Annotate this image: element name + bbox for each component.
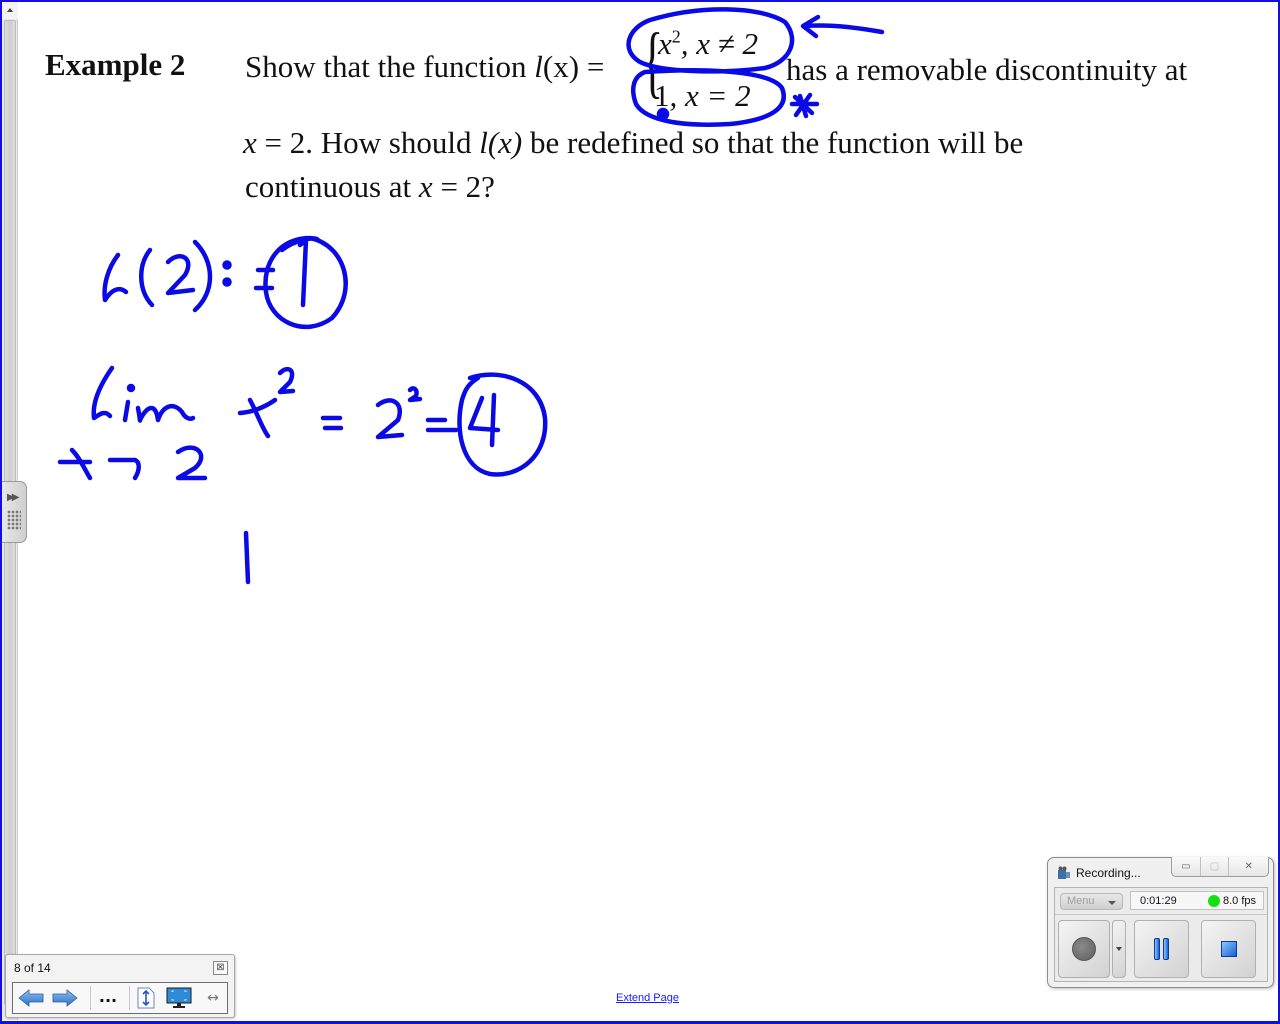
record-button[interactable] (1058, 920, 1110, 978)
ink-colon-2 (222, 277, 232, 287)
scroll-up-button[interactable] (2, 2, 18, 19)
ink-paren-open (139, 247, 155, 308)
recorder-app-icon (1058, 866, 1070, 879)
record-options-dropdown[interactable] (1112, 920, 1126, 978)
restore-button[interactable]: ▢ (1201, 857, 1230, 876)
side-panel-toggle[interactable]: ▶▶ (2, 481, 27, 543)
arrow-left-icon (18, 989, 44, 1007)
recording-status: 0:01:29 8.0 fps (1130, 891, 1264, 910)
ink-oval-case-2 (631, 68, 786, 127)
frame-rate: 8.0 fps (1223, 895, 1257, 907)
chevron-down-icon (1116, 947, 1122, 951)
ink-two-main (375, 398, 405, 440)
elapsed-time: 0:01:29 (1140, 895, 1177, 907)
toolbar-buttons: ... ↔ (12, 982, 228, 1014)
page-navigation-toolbar: 8 of 14 ⊠ ... ↔ (5, 954, 235, 1018)
menu-dropdown[interactable]: Menu (1060, 893, 1123, 910)
close-icon: ✕ (1244, 861, 1253, 872)
page-count: 8 of 14 (14, 961, 51, 975)
pause-icon (1154, 938, 1169, 960)
ink-cursor-mark (243, 530, 251, 585)
ink-arrow (800, 14, 885, 39)
previous-page-button[interactable] (17, 986, 45, 1010)
toolbar-close-button[interactable]: ⊠ (213, 961, 228, 975)
ink-l (102, 252, 129, 303)
ink-four (467, 392, 501, 448)
extend-page-link[interactable]: Extend Page (616, 992, 679, 1004)
next-page-button[interactable] (51, 986, 79, 1010)
more-options-button[interactable]: ... (94, 986, 122, 1010)
ink-sup-two-b (407, 386, 423, 403)
recorder-title: Recording... (1076, 866, 1141, 880)
close-button[interactable]: ✕ (1229, 857, 1268, 876)
recorder-panel: Menu 0:01:29 8.0 fps (1054, 887, 1268, 982)
stop-icon (1220, 941, 1237, 957)
fit-page-height-icon (137, 987, 155, 1009)
ink-oval-case-1 (626, 7, 795, 74)
ink-dot (656, 107, 670, 121)
ink-arrow-sub (107, 457, 141, 481)
ink-one (297, 237, 309, 308)
ink-sup-two (277, 366, 296, 395)
ink-x-main (237, 397, 278, 439)
panel-divider (1055, 914, 1267, 915)
monitor-icon (166, 987, 192, 1008)
ink-x-sub (57, 447, 93, 481)
ink-paren-close (192, 239, 213, 313)
record-icon (1072, 937, 1096, 961)
ink-two (165, 254, 196, 296)
ink-colon-1 (222, 260, 232, 270)
full-screen-button[interactable] (165, 986, 193, 1010)
pause-button[interactable] (1134, 920, 1189, 978)
recorder-window: Recording... ▭ ▢ ✕ Menu 0:01:29 8.0 fps (1047, 857, 1274, 988)
toolbar-separator (90, 986, 91, 1010)
ink-i-dot (126, 383, 136, 393)
page-height-button[interactable] (132, 986, 160, 1010)
ink-star (789, 92, 820, 119)
stop-button[interactable] (1201, 920, 1256, 978)
expand-arrows-icon: ▶▶ (7, 492, 20, 503)
ink-equals-2 (320, 415, 344, 431)
ellipsis-icon: ... (98, 986, 118, 1006)
status-indicator-icon (1208, 895, 1220, 907)
window-controls: ▭ ▢ ✕ (1171, 857, 1269, 877)
horizontal-arrows-icon: ↔ (207, 990, 219, 1006)
ink-two-sub (175, 445, 208, 481)
restore-icon: ▢ (1209, 861, 1220, 872)
arrow-right-icon (52, 989, 78, 1007)
page-width-button[interactable]: ↔ (199, 986, 227, 1010)
toolbar-separator (129, 986, 130, 1010)
minimize-icon: ▭ (1181, 861, 1191, 872)
minimize-button[interactable]: ▭ (1172, 857, 1201, 876)
ink-lim (91, 365, 196, 423)
grip-icon (7, 510, 21, 530)
ink-equals-3 (425, 417, 459, 433)
